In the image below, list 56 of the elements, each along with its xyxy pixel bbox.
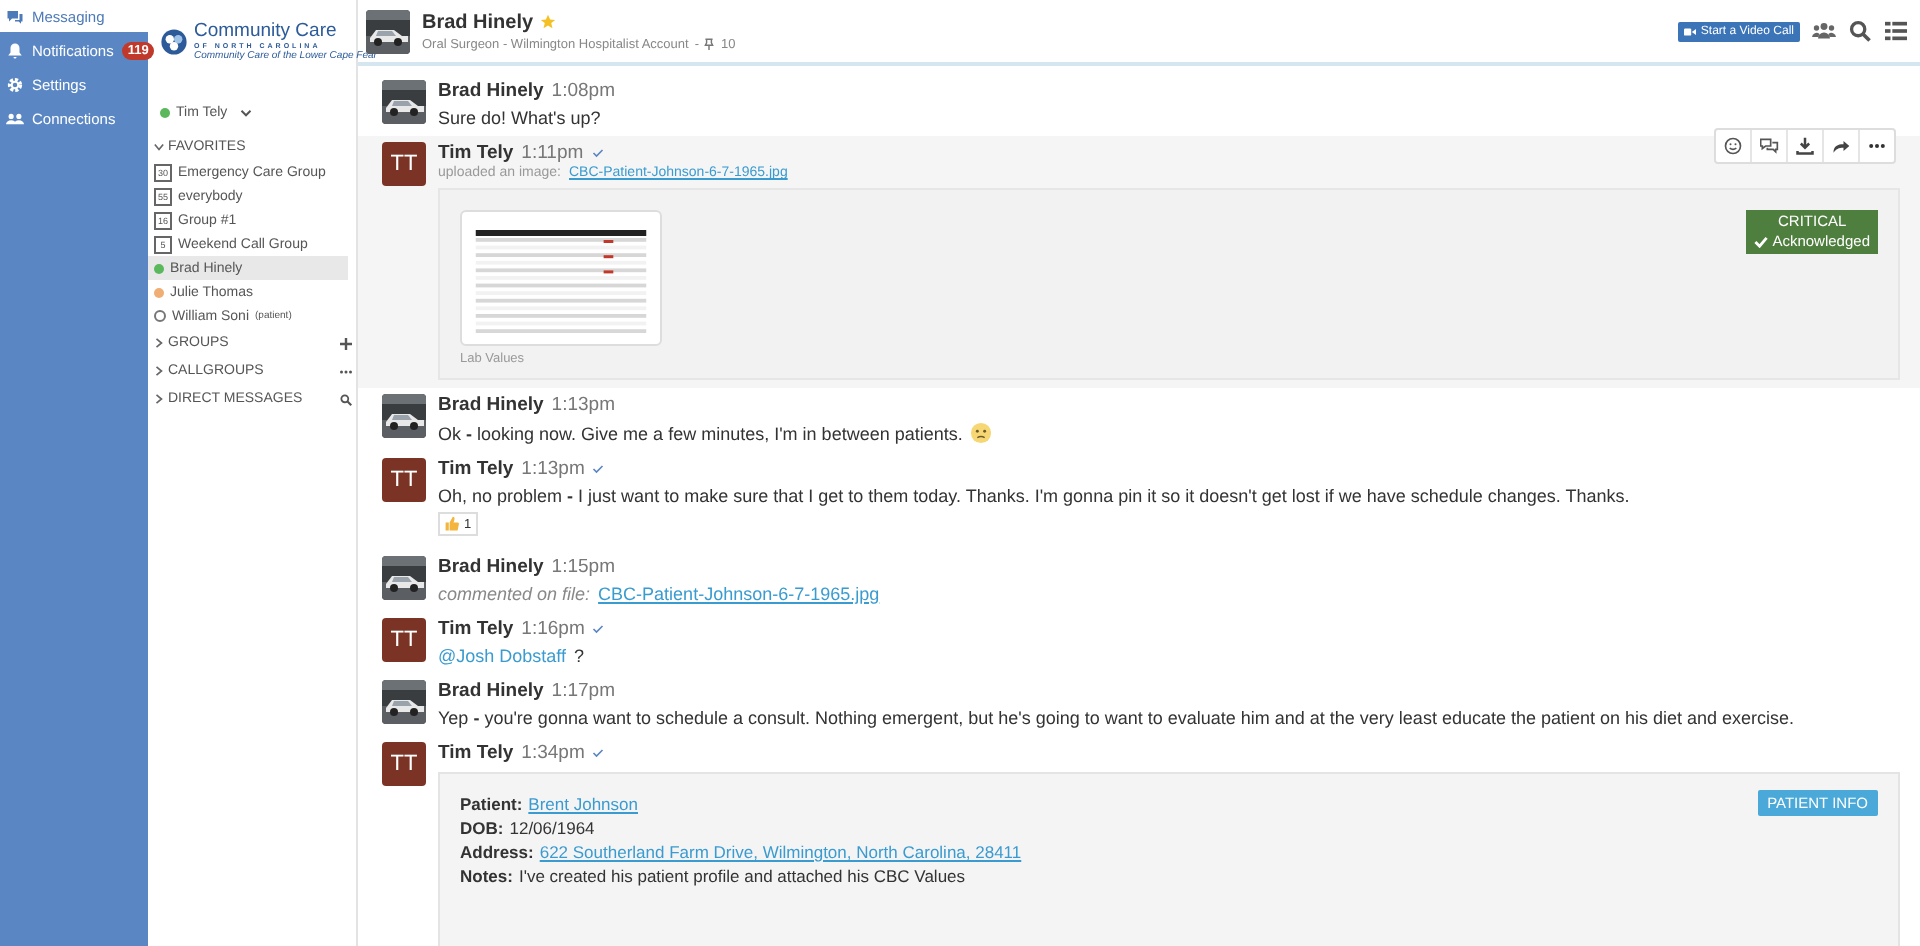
list-icon[interactable]: [1884, 20, 1908, 42]
logo-title: Community Care: [194, 20, 339, 42]
user-avatar: TT: [382, 742, 426, 786]
author-name: Brad Hinely: [438, 556, 544, 578]
author-name: Tim Tely: [438, 618, 514, 640]
user-avatar: TT: [382, 142, 426, 186]
message-time: 1:13pm: [521, 458, 585, 480]
search-icon[interactable]: [1848, 20, 1872, 42]
author-name: Brad Hinely: [438, 680, 544, 702]
message-text: Oh, no problem - I just want to make sure that I get to them today. Thanks. I'm gonna pin it so it doesn't get lost if we have schedule changes. Thanks.: [438, 486, 1630, 506]
message-time: 1:08pm: [551, 80, 615, 102]
group-icon[interactable]: [1812, 20, 1836, 42]
message-time: 1:17pm: [551, 680, 615, 702]
message-text: Yep - you're gonna want to schedule a consult. Nothing emergent, but he's going to want to evaluate him and at the very least educate the patient on his diet and exercise.: [438, 708, 1795, 728]
check-icon: [1754, 235, 1769, 248]
chat-icon: [6, 7, 24, 25]
field-label: Notes:: [460, 864, 513, 888]
people-icon: [6, 109, 24, 127]
contact-name: Brad Hinely: [422, 11, 534, 33]
star-icon[interactable]: [539, 14, 556, 30]
user-avatar: TT: [382, 618, 426, 662]
author-name: Tim Tely: [438, 458, 514, 480]
pin-icon[interactable]: [704, 38, 715, 50]
caret-right-icon[interactable]: [154, 338, 164, 348]
status-dot: [154, 310, 166, 322]
bell-icon: [6, 41, 24, 59]
search-icon[interactable]: [340, 393, 352, 405]
user-avatar: TT: [382, 458, 426, 502]
caret-down-icon[interactable]: [154, 142, 164, 152]
message-time: 1:34pm: [521, 742, 585, 764]
field-label: Patient:: [460, 792, 523, 816]
more-icon[interactable]: [340, 365, 352, 377]
author-name: Brad Hinely: [438, 80, 544, 102]
chevron-down-icon[interactable]: [239, 108, 252, 118]
camera-icon: [1684, 27, 1697, 35]
message-time: 1:13pm: [551, 394, 615, 416]
message-text: Ok - looking now. Give me a few minutes, I'm in between patients.: [438, 423, 963, 443]
field-value: 12/06/1964: [509, 816, 595, 840]
message-time: 1:11pm: [521, 142, 584, 164]
logo-icon: [160, 27, 188, 55]
message-text: Sure do! What's up?: [438, 108, 601, 128]
caret-right-icon[interactable]: [154, 366, 164, 376]
thumbs-up-icon: [444, 516, 460, 532]
author-name: Brad Hinely: [438, 394, 544, 416]
message-time: 1:16pm: [521, 618, 585, 640]
field-label: DOB:: [460, 816, 504, 840]
field-label: Address:: [460, 840, 534, 864]
add-icon[interactable]: [340, 337, 352, 349]
comment-note: commented on file:: [438, 584, 591, 604]
message-time: 1:15pm: [551, 556, 615, 578]
message-text: ?: [574, 646, 585, 666]
caret-right-icon[interactable]: [154, 394, 164, 404]
author-name: Tim Tely: [438, 142, 514, 164]
settings-icon: [6, 75, 24, 93]
field-value: I've created his patient profile and attached his CBC Values: [518, 864, 966, 888]
author-name: Tim Tely: [438, 742, 514, 764]
